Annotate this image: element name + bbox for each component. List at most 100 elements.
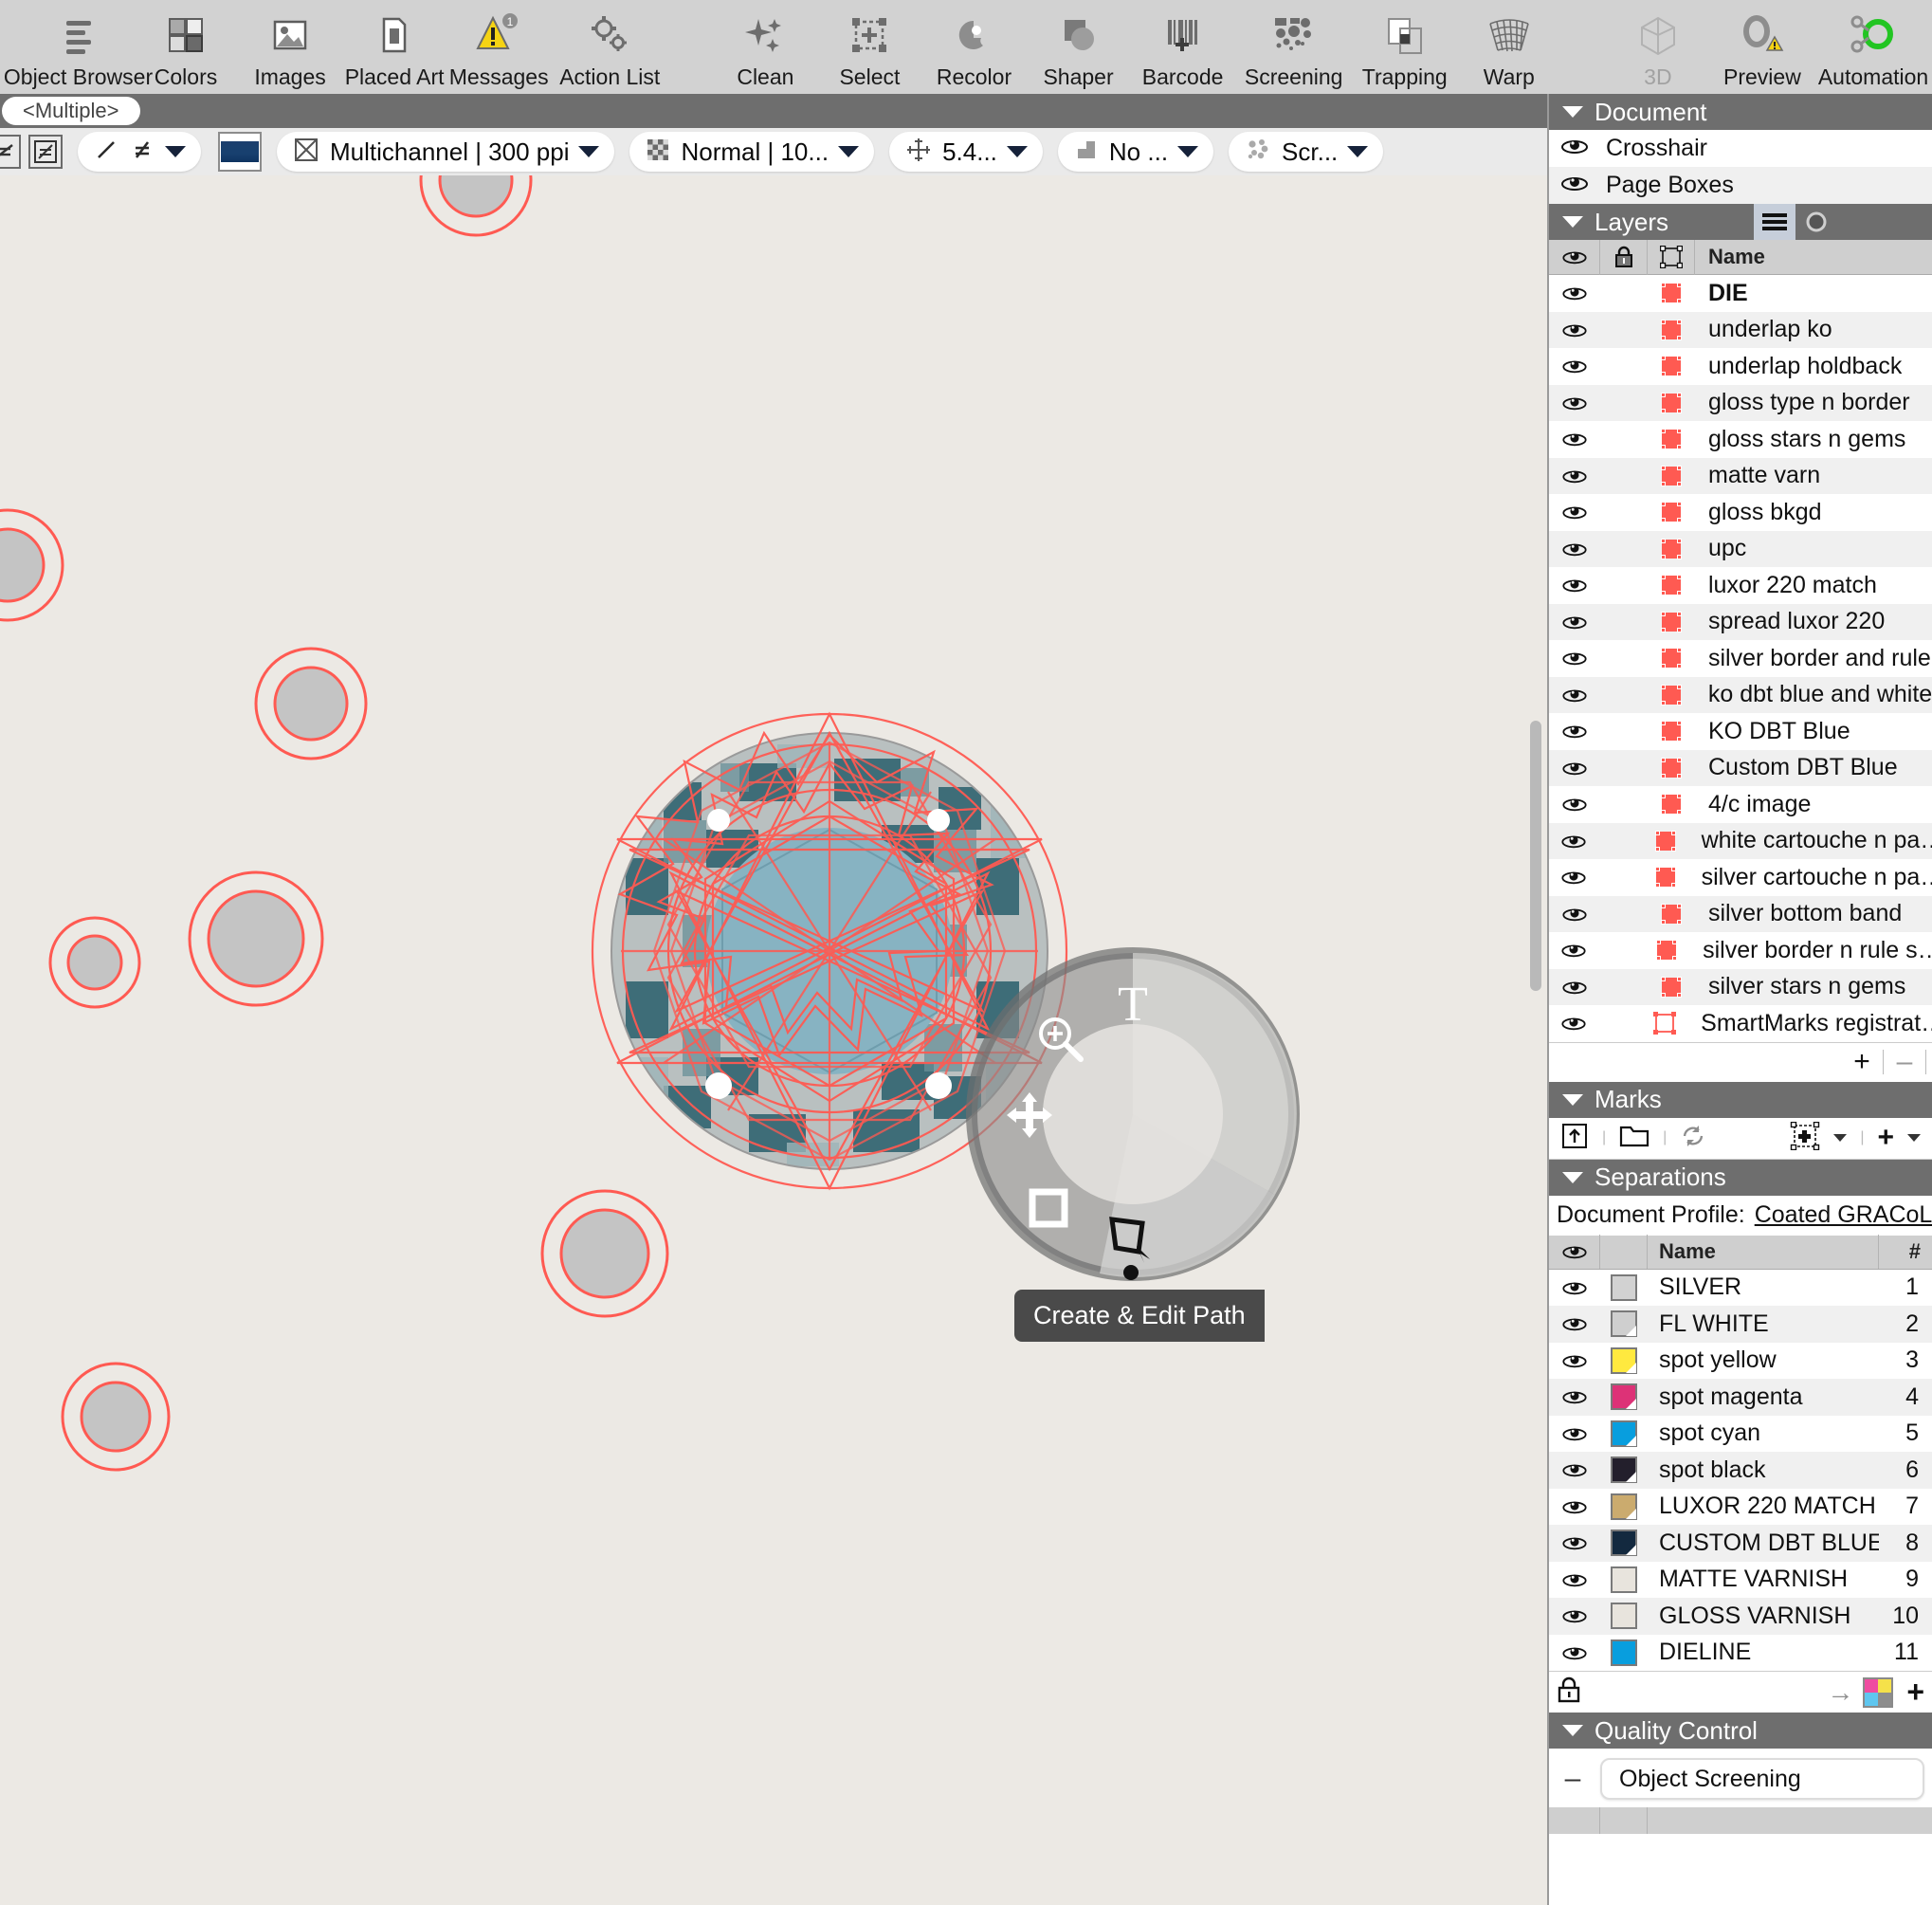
eye-icon[interactable] [1549,1388,1600,1405]
toolbar-button-warp[interactable]: Warp [1457,0,1561,104]
toolbar-button-automation[interactable]: Automation [1814,0,1932,104]
selection-chip[interactable]: <Multiple> [2,97,140,125]
layer-row[interactable]: spread luxor 220 [1549,603,1932,640]
layer-row[interactable]: underlap ko [1549,311,1932,348]
color-swatch[interactable] [1600,1529,1648,1557]
layer-row[interactable]: 4/c image [1549,786,1932,823]
layer-row[interactable]: matte varn [1549,457,1932,494]
tab-layers-list[interactable] [1754,204,1795,240]
eye-icon[interactable] [1549,1498,1600,1515]
eye-icon[interactable] [1560,172,1589,199]
separation-row[interactable]: spot cyan 5 [1549,1415,1932,1452]
lock-icon[interactable] [1557,1676,1581,1709]
toolbar-button-3d[interactable]: 3D [1606,0,1710,104]
separation-row[interactable]: spot magenta 4 [1549,1379,1932,1416]
toolbar-button-trapping[interactable]: Trapping [1353,0,1457,104]
layer-row[interactable]: silver border and rule [1549,640,1932,677]
eye-icon[interactable] [1560,135,1589,162]
eye-icon[interactable] [1549,1015,1597,1032]
layer-row[interactable]: upc [1549,530,1932,567]
section-header-quality-control[interactable]: Quality Control [1549,1713,1932,1749]
screening-dropdown[interactable]: Scr... [1229,132,1384,172]
eye-icon[interactable] [1549,906,1600,923]
layer-row[interactable]: silver cartouche n pa… [1549,859,1932,896]
layer-row[interactable]: gloss stars n gems [1549,421,1932,458]
toolbar-button-select[interactable]: Select [817,0,921,104]
image-type-dropdown[interactable]: Multichannel | 300 ppi [277,132,615,172]
eye-icon[interactable] [1549,650,1600,667]
toolbar-button-placed-art[interactable]: Placed Art [342,0,447,104]
layer-row[interactable]: silver border n rule s… [1549,932,1932,969]
color-swatch[interactable] [1600,1346,1648,1374]
stroke-notequal-button[interactable] [28,135,63,169]
layer-row[interactable]: luxor 220 match [1549,567,1932,604]
color-swatch[interactable] [1600,1456,1648,1484]
section-header-document[interactable]: Document [1549,94,1932,130]
separation-row[interactable]: DIELINE 11 [1549,1634,1932,1671]
cmyk-grid-icon[interactable] [1863,1676,1894,1708]
layer-row[interactable]: gloss bkgd [1549,494,1932,531]
section-header-separations[interactable]: Separations [1549,1159,1932,1196]
toolbar-button-barcode[interactable]: Barcode [1131,0,1235,104]
eye-icon[interactable] [1549,760,1600,777]
color-swatch[interactable] [1600,1310,1648,1338]
eye-icon[interactable] [1549,1571,1600,1588]
chevron-down-icon[interactable] [1907,1134,1921,1142]
color-swatch[interactable] [1600,1639,1648,1666]
eye-icon[interactable] [1549,577,1600,594]
separation-row[interactable]: CUSTOM DBT BLUE 8 [1549,1525,1932,1562]
design-canvas[interactable]: T Create & Edit Path [0,175,1547,1905]
document-profile-value[interactable]: Coated GRACoL 2 [1755,1201,1932,1229]
eye-icon[interactable] [1549,1461,1600,1478]
layer-row[interactable]: ko dbt blue and white [1549,676,1932,713]
toolbar-button-messages[interactable]: 1 Messages [447,0,551,104]
layer-row[interactable]: Custom DBT Blue [1549,749,1932,786]
eye-icon[interactable] [1549,723,1600,740]
eye-icon[interactable] [1549,284,1600,302]
toolbar-button-clean[interactable]: Clean [713,0,817,104]
eye-icon[interactable] [1549,1644,1600,1661]
eye-icon[interactable] [1549,1315,1600,1332]
hud-zoom-tool[interactable] [1033,1012,1086,1070]
eye-icon[interactable] [1549,321,1600,339]
section-header-marks[interactable]: Marks [1549,1081,1932,1118]
separation-row[interactable]: MATTE VARNISH 9 [1549,1561,1932,1598]
eye-icon[interactable] [1549,467,1600,485]
blend-mode-dropdown[interactable]: Normal | 10... [629,132,875,172]
layer-row[interactable]: gloss type n border [1549,384,1932,421]
remove-layer-button[interactable]: – [1884,1042,1925,1082]
object-screening-field[interactable]: Object Screening [1600,1758,1924,1800]
color-swatch[interactable] [1600,1273,1648,1301]
toolbar-button-shaper[interactable]: Shaper [1027,0,1131,104]
eye-icon[interactable] [1549,869,1597,886]
add-layer-button[interactable]: + [1841,1042,1883,1082]
separation-row[interactable]: GLOSS VARNISH 10 [1549,1598,1932,1635]
remove-check-button[interactable]: – [1558,1763,1587,1795]
open-folder-icon[interactable] [1619,1123,1649,1154]
chevron-down-icon[interactable] [1833,1134,1848,1142]
layer-row[interactable]: SmartMarks registrat… [1549,1005,1932,1042]
add-separation-button[interactable]: + [1906,1675,1924,1710]
toolbar-button-object-browser[interactable]: Object Browser [4,0,153,104]
color-swatch[interactable] [1600,1493,1648,1520]
eye-icon[interactable] [1549,796,1600,813]
eye-icon[interactable] [1549,357,1600,375]
hud-transform-tool[interactable] [1005,1090,1054,1145]
eye-icon[interactable] [1549,1607,1600,1624]
image-thumbnail[interactable] [218,132,262,172]
add-mark-set-icon[interactable] [1790,1121,1820,1155]
eye-icon[interactable] [1549,1534,1600,1551]
eye-icon[interactable] [1549,687,1600,704]
eye-icon[interactable] [1549,430,1600,448]
eye-icon[interactable] [1549,1352,1600,1369]
refresh-icon[interactable] [1680,1123,1706,1154]
document-row-page-boxes[interactable]: Page Boxes [1549,167,1932,204]
overprint-dropdown[interactable]: No ... [1057,132,1214,172]
separation-row[interactable]: spot black 6 [1549,1452,1932,1489]
eye-icon[interactable] [1549,979,1600,996]
hud-select-rect-tool[interactable] [1029,1188,1068,1233]
separation-row[interactable]: LUXOR 220 MATCH 7 [1549,1488,1932,1525]
layer-row[interactable]: underlap holdback [1549,348,1932,385]
document-row-crosshair[interactable]: Crosshair [1549,130,1932,167]
tab-layers-swatch[interactable] [1795,204,1837,240]
